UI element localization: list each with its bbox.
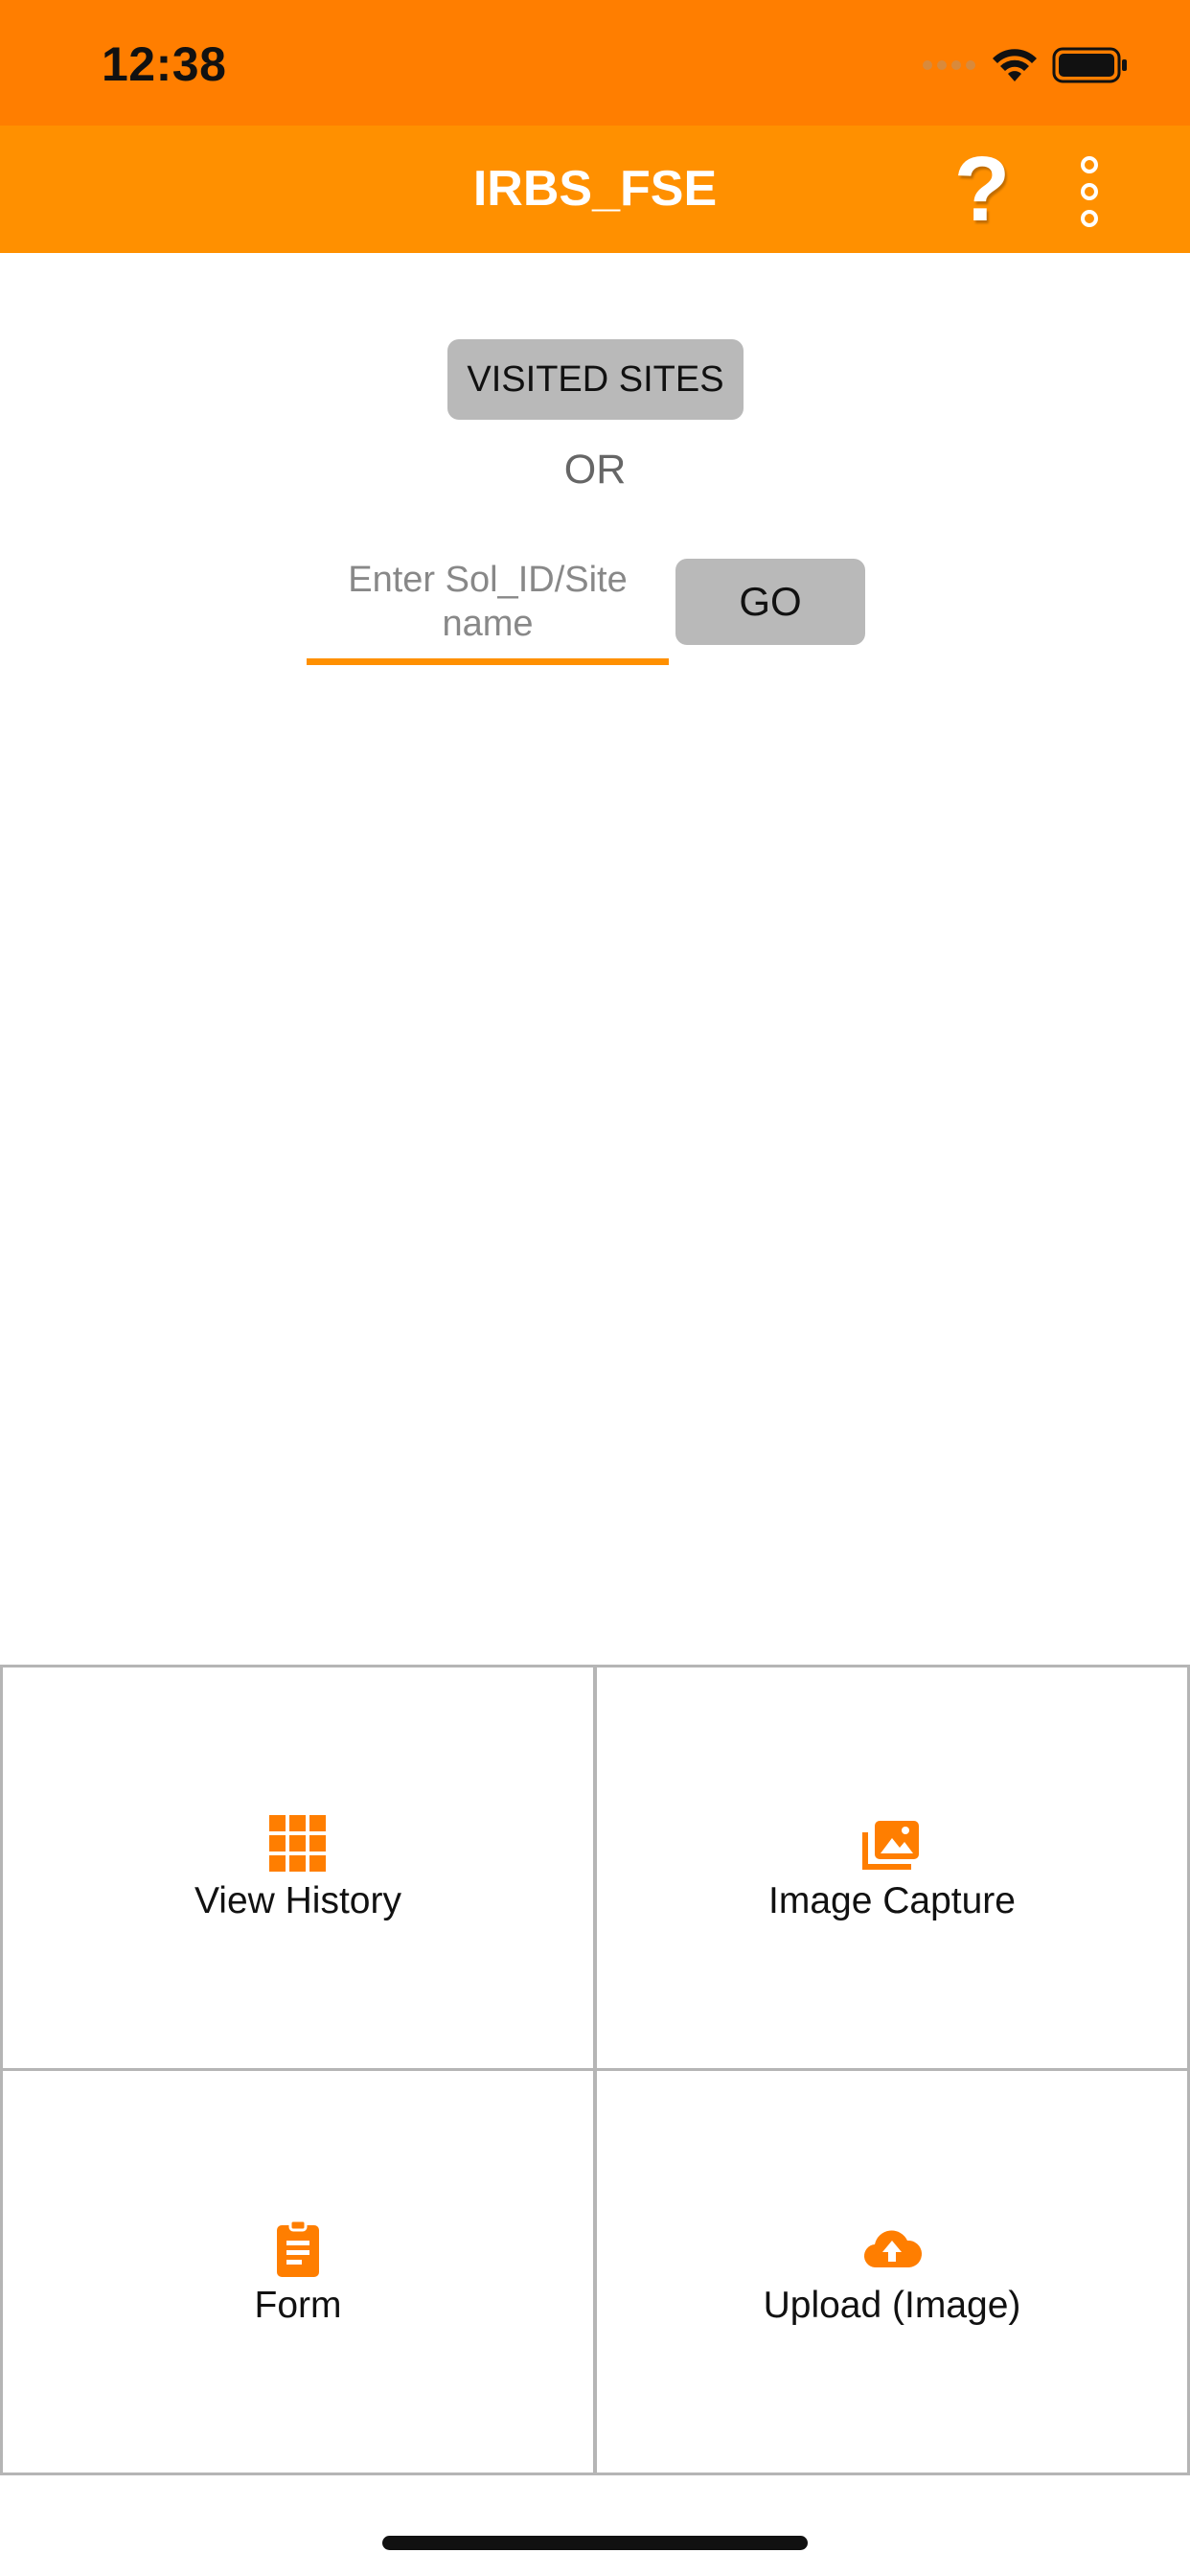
- photo-library-icon: [862, 1821, 919, 1870]
- more-vert-icon[interactable]: [1065, 153, 1113, 230]
- action-grid: View History Image Capture Form Upload (…: [0, 1665, 1190, 2475]
- help-button[interactable]: ?: [949, 135, 1016, 243]
- grid-icon: [269, 1815, 326, 1872]
- site-search-input[interactable]: Enter Sol_ID/Site name: [307, 550, 669, 665]
- home-indicator[interactable]: [382, 2536, 808, 2550]
- visited-sites-button[interactable]: VISITED SITES: [447, 339, 744, 420]
- status-time: 12:38: [102, 37, 227, 91]
- battery-icon: [1052, 47, 1127, 83]
- image-capture-label: Image Capture: [768, 1880, 1016, 1921]
- view-history-label: View History: [194, 1880, 401, 1921]
- wifi-icon: [993, 49, 1037, 81]
- upload-image-tile[interactable]: Upload (Image): [594, 2068, 1190, 2475]
- input-placeholder-line1: Enter Sol_ID/Site: [348, 559, 628, 600]
- form-tile[interactable]: Form: [0, 2068, 596, 2475]
- upload-image-label: Upload (Image): [763, 2284, 1021, 2326]
- view-history-tile[interactable]: View History: [0, 1665, 596, 2071]
- app-bar: IRBS_FSE ?: [0, 126, 1190, 253]
- input-placeholder-line2: name: [442, 603, 534, 644]
- go-button[interactable]: GO: [675, 559, 865, 645]
- signal-icon: [923, 60, 975, 70]
- or-label: OR: [563, 447, 627, 493]
- cloud-upload-icon: [863, 2230, 923, 2267]
- status-bar: 12:38: [0, 0, 1190, 126]
- status-icons: [922, 46, 1129, 84]
- clipboard-icon: [277, 2219, 319, 2277]
- image-capture-tile[interactable]: Image Capture: [594, 1665, 1190, 2071]
- form-label: Form: [254, 2284, 342, 2326]
